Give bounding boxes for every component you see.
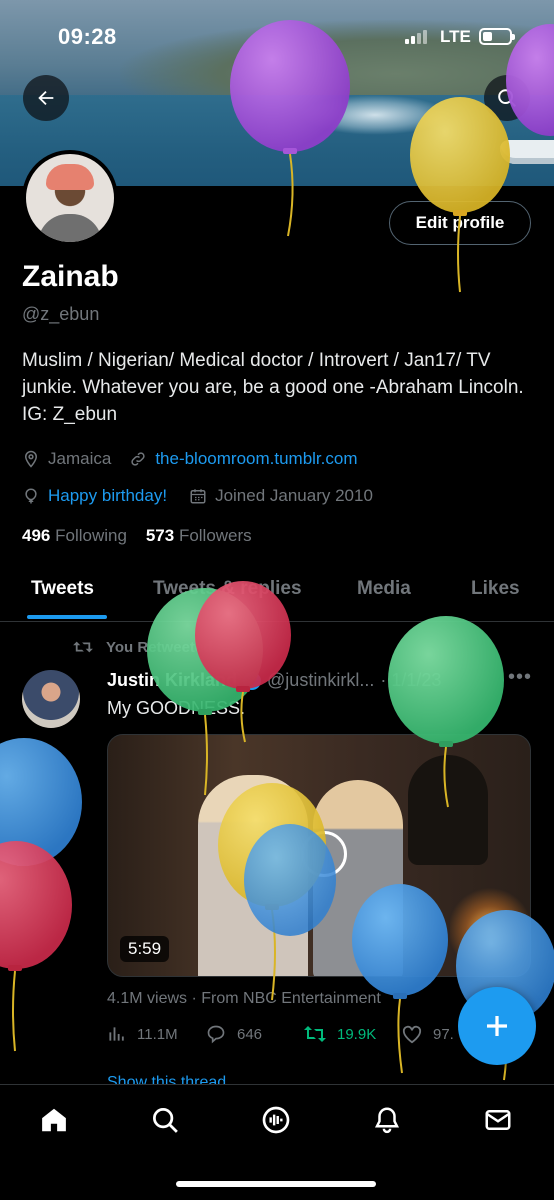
- following-count: 496: [22, 526, 51, 545]
- nav-messages[interactable]: [481, 1103, 515, 1137]
- video-performer-2: [313, 780, 403, 976]
- network-label: LTE: [440, 27, 471, 46]
- analytics-button[interactable]: 11.1M: [107, 1024, 178, 1044]
- following-link[interactable]: 496 Following: [22, 526, 127, 545]
- retweet-context: You Retweeted: [72, 638, 212, 656]
- retweet-button[interactable]: 19.9K: [303, 1024, 376, 1044]
- profile-website-link[interactable]: the-bloomroom.tumblr.com: [155, 449, 357, 469]
- reply-button[interactable]: 646: [205, 1024, 262, 1044]
- search-button[interactable]: [484, 75, 530, 121]
- spaces-icon: [262, 1106, 290, 1134]
- reply-count: 646: [237, 1025, 263, 1043]
- balloon-icon: [25, 488, 37, 504]
- search-icon: [498, 89, 516, 107]
- followers-link[interactable]: 573 Followers: [146, 526, 252, 545]
- avatar-body: [38, 214, 102, 242]
- compose-tweet-button[interactable]: [458, 987, 536, 1065]
- retweet-label: You Retweeted: [106, 638, 213, 656]
- tweet-author-name[interactable]: Justin Kirkland: [107, 670, 237, 691]
- tab-tweets-replies[interactable]: Tweets & replies: [153, 578, 302, 600]
- nav-search[interactable]: [148, 1103, 182, 1137]
- balloon-blue-1: [0, 738, 82, 866]
- status-time: 09:28: [58, 24, 117, 49]
- tweet-author-avatar[interactable]: [22, 670, 80, 728]
- nav-spaces[interactable]: [259, 1103, 293, 1137]
- retweeted-icon: [304, 1026, 326, 1042]
- banner-boat-wake: [300, 95, 450, 135]
- active-tab-indicator: [27, 615, 107, 619]
- video-musician: [408, 755, 488, 865]
- analytics-count: 11.1M: [137, 1025, 178, 1043]
- profile-handle: @z_ebun: [22, 304, 100, 324]
- birthday-link[interactable]: Happy birthday!: [48, 486, 167, 506]
- home-icon: [42, 1108, 66, 1132]
- reply-icon: [207, 1025, 225, 1044]
- profile-avatar[interactable]: [22, 150, 118, 246]
- link-icon: [131, 452, 145, 466]
- profile-location: Jamaica: [48, 449, 112, 468]
- edit-profile-button[interactable]: Edit profile: [389, 201, 531, 245]
- video-views-source: 4.1M views · From NBC Entertainment: [107, 990, 381, 1007]
- like-button[interactable]: 97.: [401, 1024, 454, 1044]
- video-performer-1: [198, 775, 308, 976]
- battery-icon: [479, 28, 515, 45]
- back-button[interactable]: [23, 75, 69, 121]
- analytics-icon: [109, 1027, 124, 1041]
- banner-boat: [500, 140, 554, 164]
- notifications-icon: [374, 1107, 400, 1134]
- status-bar: 09:28 LTE: [0, 0, 554, 72]
- like-count: 97.: [433, 1025, 454, 1043]
- tweet-date: · 1/1/23: [380, 670, 442, 690]
- video-stage-light: [450, 885, 530, 975]
- heart-icon: [402, 1025, 422, 1044]
- retweet-count: 19.9K: [337, 1025, 377, 1043]
- nav-notifications[interactable]: [370, 1103, 404, 1137]
- profile-name: Zainab: [22, 260, 119, 293]
- followers-label: Followers: [178, 526, 252, 545]
- tab-media[interactable]: Media: [357, 578, 411, 600]
- video-duration: 5:59: [120, 936, 170, 962]
- joined-date: Joined January 2010: [215, 486, 373, 505]
- avatar-headwrap: [46, 164, 94, 190]
- tab-likes[interactable]: Likes: [471, 578, 520, 600]
- balloon-red-2: [0, 841, 72, 1052]
- tweet-header: Justin Kirkland ✓ @justinkirkl... · 1/1/…: [107, 670, 441, 691]
- profile-tabs: Tweets Tweets & replies Media Likes: [0, 566, 554, 622]
- follow-stats: 496 Following 573 Followers: [22, 526, 252, 546]
- retweet-icon: [73, 641, 93, 653]
- plus-icon: [487, 1016, 507, 1036]
- profile-meta-row-1: Jamaica the-bloomroom.tumblr.com: [22, 449, 358, 469]
- signal-icon: [405, 30, 427, 44]
- arrow-left-icon: [38, 90, 54, 106]
- home-indicator: [176, 1181, 376, 1187]
- tweet-author-handle[interactable]: @justinkirkl...: [267, 670, 374, 691]
- following-label: Following: [55, 526, 127, 545]
- more-options-icon[interactable]: •••: [508, 666, 532, 689]
- profile-bio: Muslim / Nigerian/ Medical doctor / Intr…: [22, 350, 524, 425]
- profile-meta-row-2: Happy birthday! Joined January 2010: [22, 486, 373, 506]
- calendar-icon: [190, 489, 206, 504]
- followers-count: 573: [145, 526, 175, 545]
- search-icon: [153, 1108, 178, 1133]
- video-loading-icon: [301, 831, 347, 877]
- nav-home[interactable]: [37, 1103, 71, 1137]
- location-icon: [24, 450, 38, 468]
- tweet-text: My GOODNESS.: [107, 698, 246, 718]
- messages-icon: [485, 1110, 511, 1130]
- tweet-video[interactable]: 5:59: [107, 734, 531, 977]
- tab-tweets[interactable]: Tweets: [31, 578, 94, 600]
- verified-badge-icon: ✓: [243, 671, 262, 690]
